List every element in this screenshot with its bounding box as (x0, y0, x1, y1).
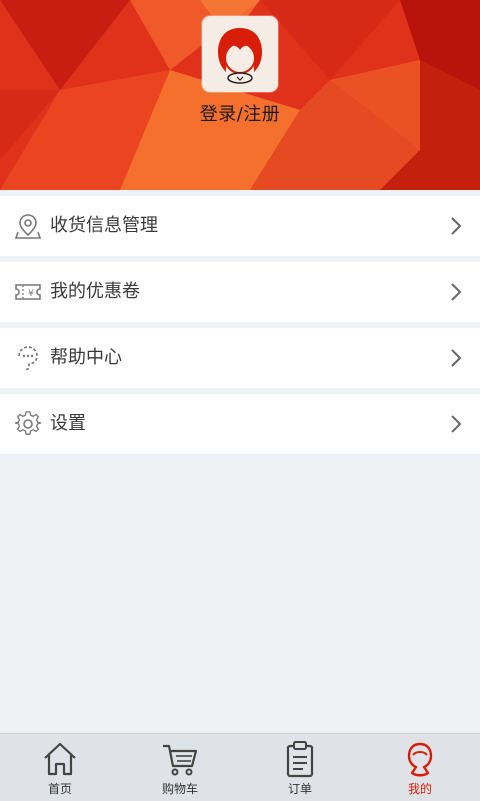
help-icon (18, 346, 38, 371)
menu-item-coupons[interactable]: ¥ 我的优惠卷 (0, 262, 480, 322)
profile-menu: 收货信息管理 ¥ 我的优惠卷 帮助中心 设置 (0, 196, 480, 460)
tab-home[interactable]: 首页 (0, 734, 120, 801)
clipboard-icon (286, 741, 314, 778)
svg-text:¥: ¥ (28, 289, 34, 299)
menu-item-label: 帮助中心 (50, 347, 122, 368)
avatar[interactable] (202, 16, 278, 92)
menu-item-help-center[interactable]: 帮助中心 (0, 328, 480, 388)
gear-icon (14, 411, 42, 435)
menu-item-label: 收货信息管理 (50, 215, 158, 236)
bottom-tab-bar: 首页 购物车 订单 我的 (0, 733, 480, 801)
menu-item-label: 我的优惠卷 (50, 281, 140, 302)
tab-orders[interactable]: 订单 (240, 734, 360, 801)
tab-label: 我的 (407, 782, 432, 796)
profile-header: 登录/注册 (0, 0, 480, 190)
menu-item-shipping-info[interactable]: 收货信息管理 (0, 196, 480, 256)
chevron-right-icon (451, 217, 462, 235)
menu-item-settings[interactable]: 设置 (0, 394, 480, 454)
coupon-icon: ¥ (15, 284, 41, 300)
chevron-right-icon (451, 349, 462, 367)
chevron-right-icon (451, 283, 462, 301)
chevron-right-icon (451, 415, 462, 433)
profile-icon (407, 742, 433, 777)
location-pin-icon (14, 214, 42, 239)
menu-item-label: 设置 (50, 413, 86, 434)
tab-label: 购物车 (161, 782, 198, 796)
tab-cart[interactable]: 购物车 (120, 734, 240, 801)
avatar-girl-icon (218, 28, 262, 84)
tab-mine[interactable]: 我的 (360, 734, 480, 801)
tab-label: 首页 (47, 782, 72, 796)
login-register-link[interactable]: 登录/注册 (0, 100, 480, 126)
home-icon (44, 742, 76, 776)
cart-icon (163, 744, 198, 776)
tab-label: 订单 (287, 782, 312, 796)
